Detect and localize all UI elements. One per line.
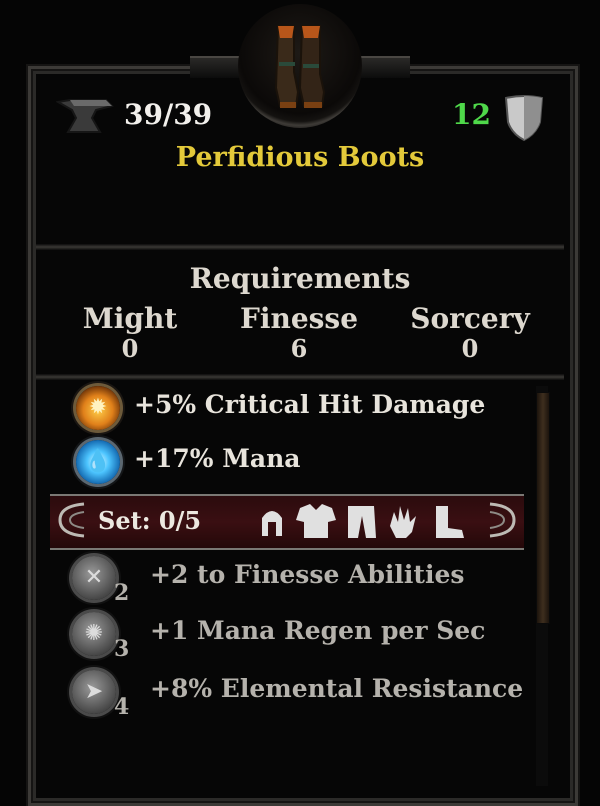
bonus-critical-hit: +5% Critical Hit Damage xyxy=(134,390,485,419)
requirement-label: Might xyxy=(82,302,178,335)
elemental-orb-icon: ➤ xyxy=(72,670,116,714)
set-bar: Set: 0/5 xyxy=(50,494,524,550)
scroll-ornament-right-icon xyxy=(489,502,516,538)
bonus-text: % Mana xyxy=(189,444,301,473)
scrollbar-thumb[interactable] xyxy=(536,392,550,624)
set-tier: 4 xyxy=(114,694,130,720)
requirements-title: Requirements xyxy=(189,262,411,295)
shield-icon xyxy=(504,95,544,142)
set-progress: Set: 0/5 xyxy=(98,506,202,535)
scroll-ornament-left-icon xyxy=(58,502,85,538)
divider-middle xyxy=(36,374,564,380)
requirement-finesse: Finesse 6 xyxy=(219,302,379,363)
requirement-value: 0 xyxy=(461,334,479,363)
mana-orb-icon: 💧 xyxy=(76,440,120,484)
gloves-icon xyxy=(390,506,416,538)
requirement-value: 0 xyxy=(121,334,139,363)
requirement-sorcery: Sorcery 0 xyxy=(390,302,550,363)
pants-icon xyxy=(348,506,376,538)
set-bonus-finesse: +2 to Finesse Abilities xyxy=(150,560,465,589)
requirement-might: Might 0 xyxy=(50,302,210,363)
divider-top xyxy=(36,244,564,250)
critical-hit-orb-icon: ✹ xyxy=(76,386,120,430)
helmet-icon xyxy=(262,511,282,536)
set-tier: 2 xyxy=(114,580,130,606)
boots-piece-icon xyxy=(436,506,464,538)
requirement-label: Finesse xyxy=(239,302,359,335)
chest-armor-icon xyxy=(296,504,336,538)
set-bonus-elemental: +8% Elemental Resistance xyxy=(150,674,524,703)
set-tier: 3 xyxy=(114,636,130,662)
boots-icon xyxy=(274,25,326,108)
finesse-orb-icon: ✕ xyxy=(72,556,116,600)
requirement-value: 6 xyxy=(290,334,308,363)
durability-value: 39/39 xyxy=(124,98,213,131)
armor-value: 12 xyxy=(452,98,491,131)
requirement-label: Sorcery xyxy=(410,302,530,335)
bonus-mana: +17% Mana xyxy=(134,444,300,473)
regen-orb-icon: ✺ xyxy=(72,612,116,656)
set-bonus-mana-regen: +1 Mana Regen per Sec xyxy=(150,616,486,645)
anvil-icon xyxy=(56,99,114,133)
set-pieces xyxy=(256,502,486,546)
item-name: Perfidious Boots xyxy=(175,142,425,173)
bonus-text: % Critical Hit Damage xyxy=(172,390,486,419)
bonus-amount: +17 xyxy=(134,444,190,473)
bonus-amount: +5 xyxy=(134,390,173,419)
